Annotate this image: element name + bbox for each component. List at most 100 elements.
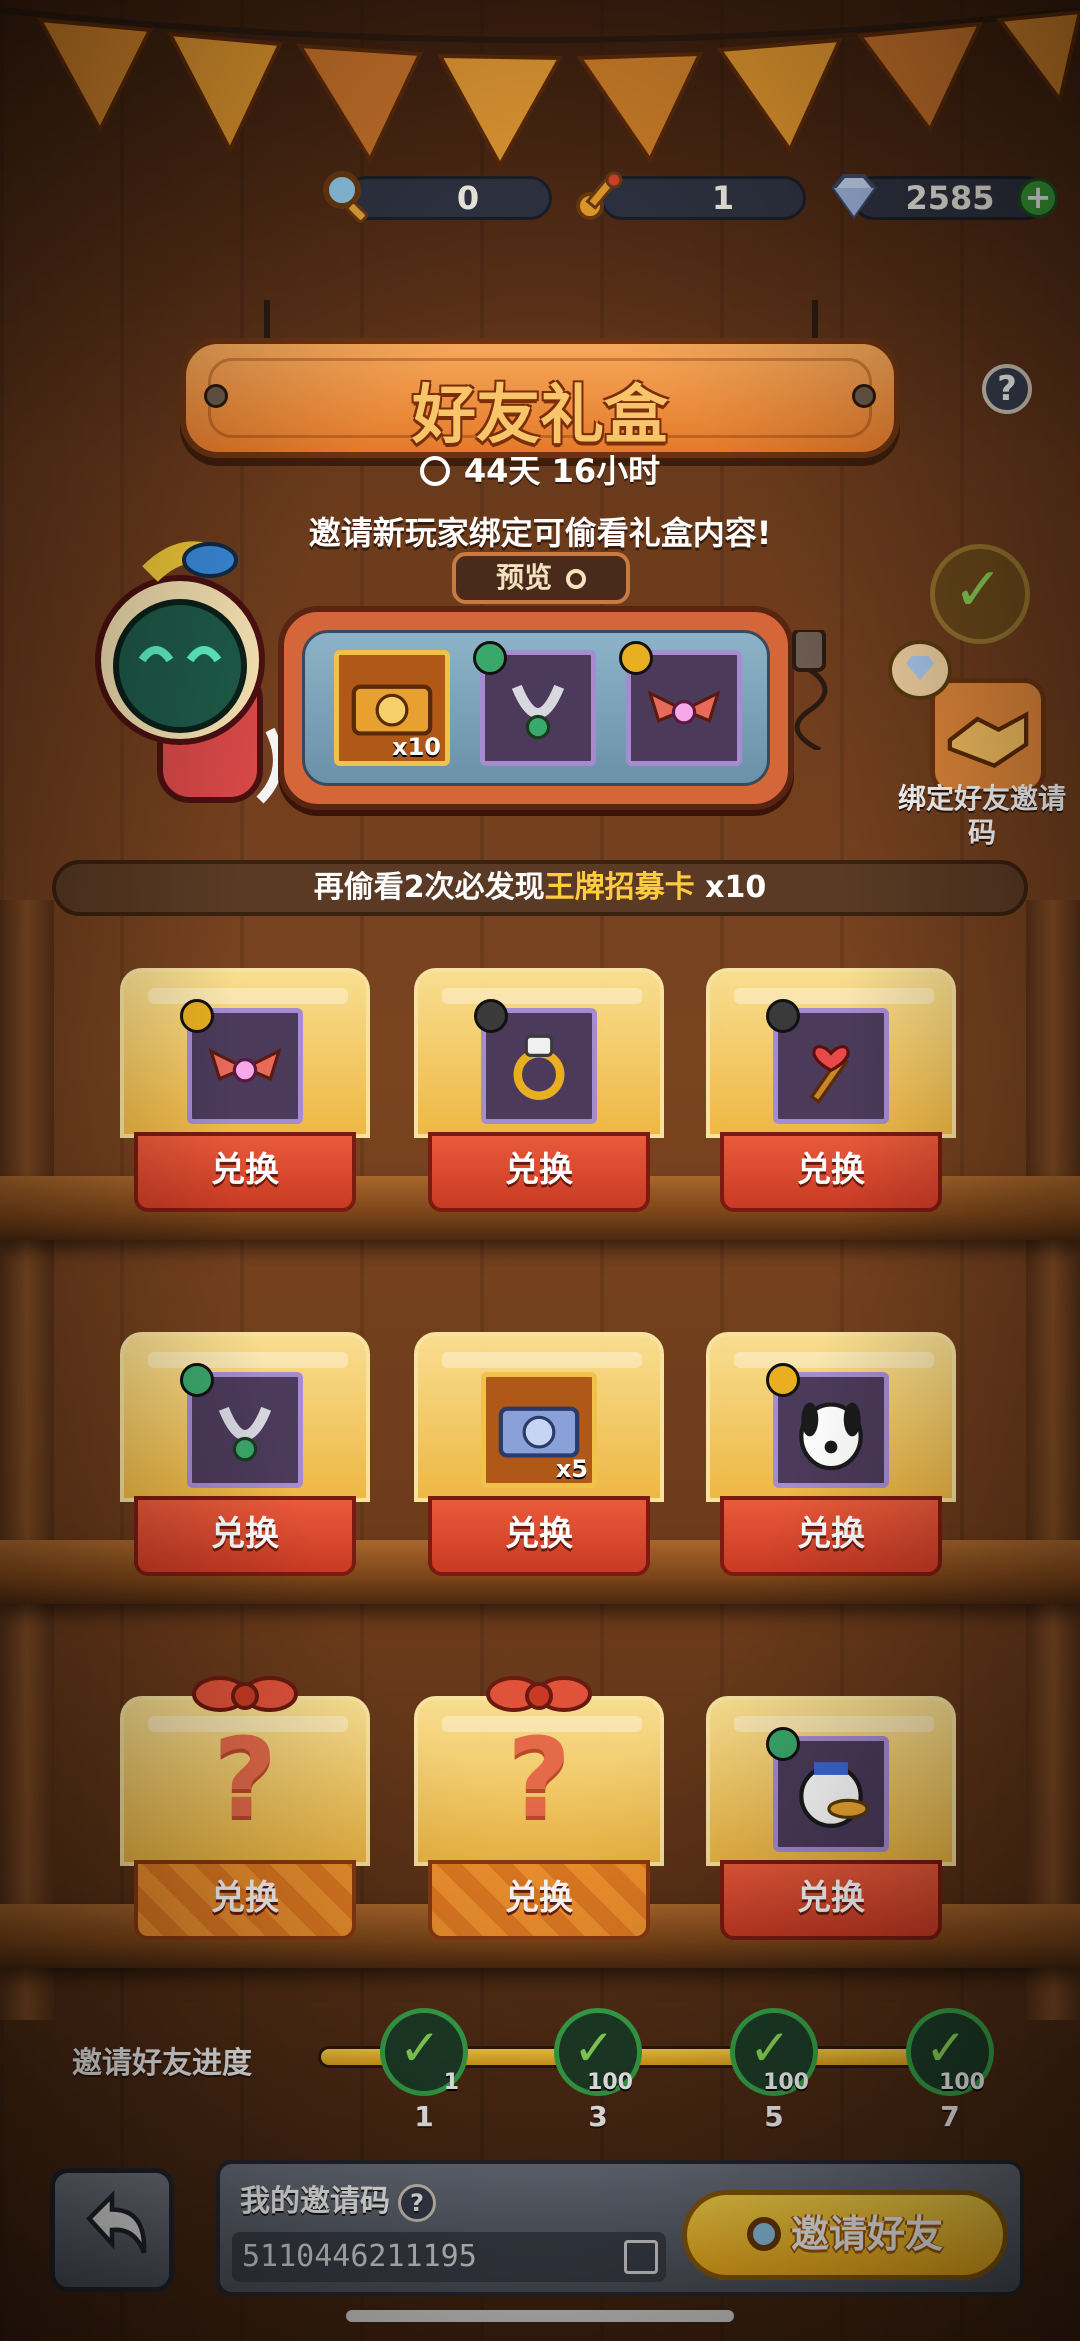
bind-invite-code-label: 绑定好友邀请码 [897,782,1066,849]
milestone-step: 3 [588,2100,608,2133]
milestone-step: 1 [414,2100,434,2133]
invite-code-value: 5110446211195 [242,2239,477,2274]
diamond-shape [906,656,934,680]
countdown: 44天 16小时 [0,446,1080,492]
diamond-bubble-icon [888,640,952,700]
gift-box[interactable]: 兑换 [706,1332,956,1582]
item-count: x5 [555,1455,588,1483]
check-icon: ✓ [925,2019,967,2077]
hint-highlight: 王牌招募卡 [544,870,695,905]
milestone-reward[interactable]: ✓ 100 [906,2008,994,2096]
ribbon-bow-icon [486,1676,592,1712]
gift-box[interactable]: ? 兑换 [120,1676,370,1946]
invite-friends-button[interactable]: 邀请好友 [682,2190,1008,2280]
preview-item[interactable] [473,641,596,766]
milestone-reward-count: 100 [939,2070,985,2095]
check-icon: ✓ [749,2019,791,2077]
milestone-reward[interactable]: ✓ 100 [730,2008,818,2096]
invite-code-help-button[interactable]: ? [398,2183,436,2222]
gift-box[interactable]: ? 兑换 [414,1676,664,1946]
invite-code-field[interactable]: 5110446211195 [232,2232,666,2282]
invite-friends-label: 邀请好友 [790,2212,943,2256]
reward-item: x5 [481,1372,597,1488]
mystery-icon: ? [213,1714,277,1842]
preview-item[interactable]: x10 [334,650,450,766]
invite-code-title: 我的邀请码? [240,2176,436,2222]
key-counter: 1 [600,176,806,220]
milestone-reward[interactable]: ✓ 100 [554,2008,642,2096]
preview-item[interactable] [619,641,742,766]
title-banner: 好友礼盒 [180,338,900,458]
preview-panel: x10 [278,606,794,810]
key-value: 1 [711,179,735,217]
exchange-button[interactable]: 兑换 [134,1132,356,1212]
reward-item [180,1363,303,1488]
copy-icon[interactable] [624,2240,658,2274]
milestone-reward-count: 100 [587,2070,633,2095]
exchange-button[interactable]: 兑换 [720,1860,942,1940]
invite-progress-label: 邀请好友进度 [72,2046,252,2081]
diamond-value: 2585 [905,179,995,217]
search-icon [565,569,586,589]
back-arrow-icon [86,2190,147,2254]
hint-text: 再偷看2次必发现 [313,870,545,905]
completed-stamp: ✓ [930,544,1030,644]
invite-code-title-text: 我的邀请码 [240,2184,390,2219]
rarity-badge [180,1363,214,1397]
countdown-text: 44天 16小时 [463,452,661,490]
peek-progress-hint: 再偷看2次必发现王牌招募卡 x10 [52,860,1028,916]
milestone-step: 5 [764,2100,784,2133]
preview-label: 预览 [496,561,553,594]
add-diamond-button[interactable]: + [1018,178,1058,218]
milestone-reward-count: 100 [763,2070,809,2095]
golden-key-icon [576,171,623,220]
help-button[interactable]: ? [982,364,1032,414]
bunting-decoration [0,7,1080,170]
handshake-icon [947,711,1029,769]
preview-button[interactable]: 预览 [452,552,630,604]
rarity-badge [619,641,653,675]
exchange-button[interactable]: 兑换 [428,1860,650,1940]
shelf-post-right [1026,900,1080,2020]
gift-box[interactable]: 兑换 [706,1696,956,1946]
exchange-button[interactable]: 兑换 [720,1132,942,1212]
reward-item [766,1363,889,1488]
ribbon-bow-icon [192,1676,298,1712]
exchange-button[interactable]: 兑换 [134,1496,356,1576]
reward-item [474,999,597,1124]
mystery-icon: ? [507,1714,571,1842]
gift-box[interactable]: 兑换 [414,968,664,1218]
milestone-reward-count: 1 [443,2070,459,2095]
diamond-icon [831,174,877,220]
mascot-character [95,541,283,804]
check-icon: ✓ [399,2019,441,2077]
check-icon: ✓ [953,555,1004,625]
exchange-button[interactable]: 兑换 [720,1496,942,1576]
magnifier-value: 0 [456,179,480,217]
clock-icon [419,456,450,486]
bind-invite-code-button[interactable] [930,678,1046,794]
exchange-button[interactable]: 兑换 [134,1860,356,1940]
gift-box[interactable]: 兑换 [120,968,370,1218]
search-icon [746,2217,781,2251]
rarity-badge [180,999,214,1033]
gift-box[interactable]: x5 兑换 [414,1332,664,1582]
back-button[interactable] [50,2168,174,2292]
gift-box[interactable]: 兑换 [120,1332,370,1582]
machine-cable [792,630,828,750]
rarity-badge [766,1363,800,1397]
reward-item [180,999,303,1124]
rarity-badge [766,999,800,1033]
item-count: x10 [392,733,441,761]
hint-count: x10 [694,870,767,905]
rarity-badge [474,999,508,1033]
page-title: 好友礼盒 [412,379,668,453]
reward-item [766,1727,889,1852]
milestone-step: 7 [940,2100,960,2133]
home-indicator[interactable] [346,2310,734,2322]
reward-item [766,999,889,1124]
exchange-button[interactable]: 兑换 [428,1132,650,1212]
milestone-reward[interactable]: ✓ 1 [380,2008,468,2096]
exchange-button[interactable]: 兑换 [428,1496,650,1576]
gift-box[interactable]: 兑换 [706,968,956,1218]
